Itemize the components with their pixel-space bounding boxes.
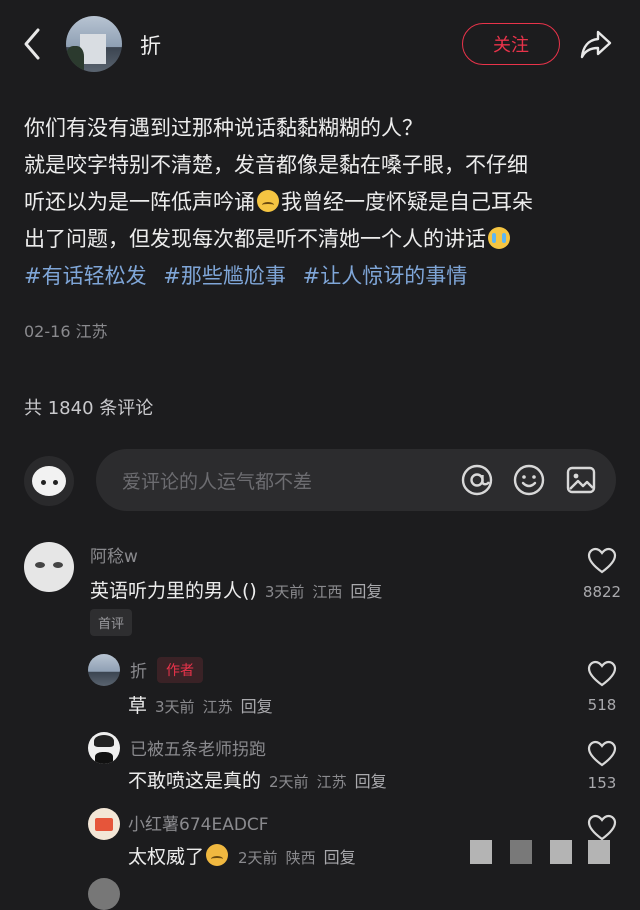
tag-link[interactable]: #有话轻松发 <box>24 264 147 288</box>
post-line: 出了问题，但发现每次都是听不清她一个人的讲话 <box>24 221 620 258</box>
like-count: 8822 <box>582 583 622 601</box>
reply-button[interactable]: 回复 <box>355 772 387 791</box>
like-count: 518 <box>587 696 617 714</box>
like-heart-icon[interactable] <box>587 740 617 768</box>
reply-time: 3天前 <box>155 698 195 716</box>
first-comment-badge: 首评 <box>90 609 133 636</box>
like-heart-icon[interactable] <box>587 814 617 842</box>
frown-emoji-icon <box>257 190 279 212</box>
post-line: 你们有没有遇到过那种说话黏黏糊糊的人？ <box>24 116 423 140</box>
post-content: 你们有没有遇到过那种说话黏黏糊糊的人？ 就是咬字特别不清楚，发音都像是黏在嗓子眼… <box>24 110 620 295</box>
face-emoji-icon <box>206 844 229 866</box>
author-badge: 作者 <box>157 657 203 683</box>
like-heart-icon[interactable] <box>587 547 617 575</box>
reply-text[interactable]: 太权威了 2天前 陕西 回复 <box>128 842 356 869</box>
replier-name[interactable]: 已被五条老师拐跑 <box>130 735 266 760</box>
comments-count: 共 1840 条评论 <box>24 398 154 419</box>
reply-text[interactable]: 草 3天前 江苏 回复 <box>128 691 273 718</box>
watermark-blocks <box>470 840 620 868</box>
tag-link[interactable]: #那些尴尬事 <box>163 264 286 288</box>
replier-name[interactable]: 折 <box>130 657 147 682</box>
reply-button[interactable]: 回复 <box>324 848 356 867</box>
post-location: 江苏 <box>75 322 108 341</box>
reply-button[interactable]: 回复 <box>241 697 273 716</box>
back-arrow-icon[interactable] <box>18 26 48 62</box>
emoji-smile-icon[interactable] <box>512 463 546 497</box>
follow-button[interactable]: 关注 <box>462 23 560 65</box>
crying-emoji-icon <box>488 227 510 249</box>
comment-location: 江西 <box>312 583 343 601</box>
like-count: 153 <box>587 774 617 792</box>
reply-time: 2天前 <box>238 849 278 867</box>
post-meta: 02-16 江苏 <box>24 318 108 342</box>
reply-location: 江苏 <box>202 698 233 716</box>
replier-avatar[interactable] <box>88 732 120 764</box>
comment-text[interactable]: 英语听力里的男人() 3天前 江西 回复 <box>90 576 382 603</box>
reply-text[interactable]: 不敢喷这是真的 2天前 江苏 回复 <box>128 766 387 793</box>
post-tags: #有话轻松发 #那些尴尬事 #让人惊讶的事情 <box>24 258 620 295</box>
author-name[interactable]: 折 <box>140 30 161 60</box>
replier-name[interactable]: 小红薯674EADCF <box>128 810 269 835</box>
commenter-name[interactable]: 阿稔w <box>90 542 138 567</box>
commenter-avatar[interactable] <box>24 542 74 592</box>
image-icon[interactable] <box>564 463 598 497</box>
author-avatar[interactable] <box>66 16 122 72</box>
like-heart-icon[interactable] <box>587 660 617 688</box>
post-line: 就是咬字特别不清楚，发音都像是黏在嗓子眼，不仔细 <box>24 153 528 177</box>
reply-button[interactable]: 回复 <box>350 582 382 601</box>
share-icon[interactable] <box>578 26 614 62</box>
comment-time: 3天前 <box>264 583 305 601</box>
replier-avatar[interactable] <box>88 808 120 840</box>
replier-avatar[interactable] <box>88 654 120 686</box>
mention-at-icon[interactable] <box>460 463 494 497</box>
next-avatar <box>88 878 120 910</box>
reply-time: 2天前 <box>269 773 309 791</box>
my-avatar <box>24 456 74 506</box>
reply-location: 陕西 <box>285 849 316 867</box>
post-line: 听还以为是一阵低声吟诵 我曾经一度怀疑是自己耳朵 <box>24 190 533 214</box>
post-date: 02-16 <box>24 322 71 341</box>
reply-location: 江苏 <box>316 773 347 791</box>
comment-input-placeholder[interactable]: 爱评论的人运气都不差 <box>122 467 312 494</box>
tag-link[interactable]: #让人惊讶的事情 <box>303 264 468 288</box>
